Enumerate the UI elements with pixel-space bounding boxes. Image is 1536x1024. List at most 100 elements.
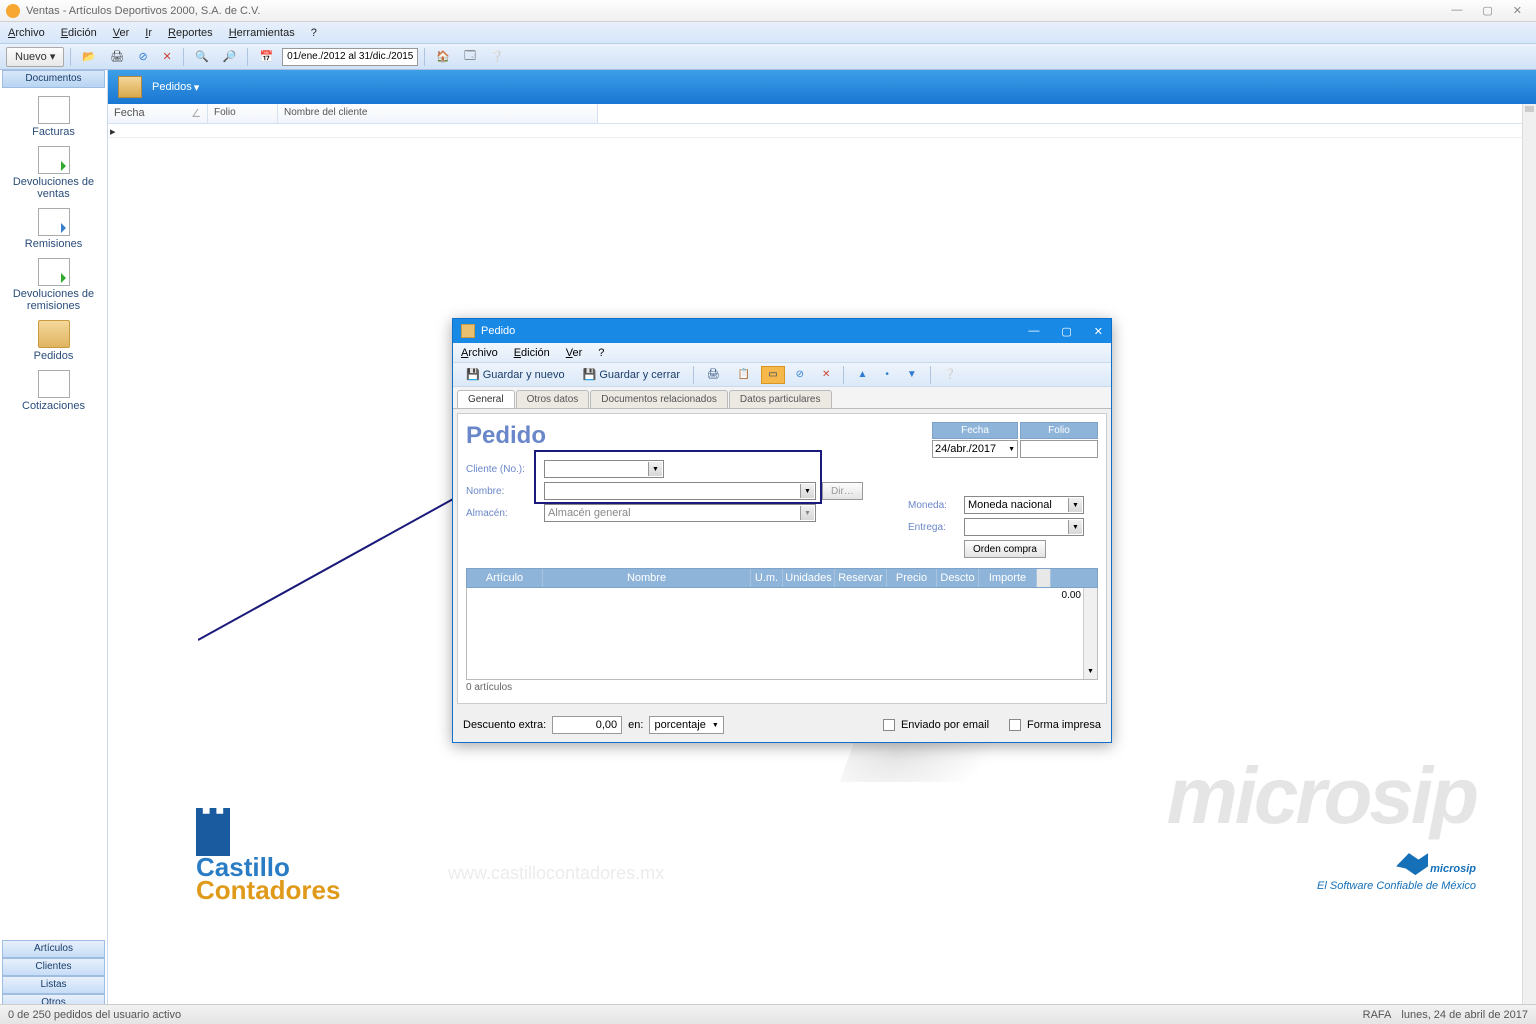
items-grid-body[interactable]: 0.00 ▼: [466, 588, 1098, 680]
entrega-combo[interactable]: ▼: [964, 518, 1084, 536]
cancel-button[interactable]: ⊘: [789, 366, 811, 384]
items-scrollbar[interactable]: ▼: [1083, 588, 1097, 679]
unidad-select[interactable]: porcentaje▼: [649, 716, 723, 734]
menu-herramientas[interactable]: Herramientas: [229, 27, 295, 39]
col-unidades[interactable]: Unidades: [783, 569, 835, 587]
orden-compra-button[interactable]: Orden compra: [964, 540, 1046, 558]
moneda-combo[interactable]: Moneda nacional▼: [964, 496, 1084, 514]
chevron-down-icon: ▼: [1068, 498, 1082, 512]
cliente-combo[interactable]: ▼: [544, 460, 664, 478]
open-icon[interactable]: 📂: [77, 47, 101, 67]
dialog-maximize-button[interactable]: ▢: [1061, 325, 1071, 338]
almacen-combo[interactable]: Almacén general▼: [544, 504, 816, 522]
nombre-combo[interactable]: ▼: [544, 482, 816, 500]
col-nombre[interactable]: Nombre: [543, 569, 751, 587]
return-remission-icon: [38, 258, 70, 286]
items-scroll-up[interactable]: [1037, 569, 1051, 587]
folio-field[interactable]: [1020, 440, 1098, 458]
dialog-menu-ver[interactable]: Ver: [566, 347, 583, 359]
email-checkbox[interactable]: [883, 719, 895, 731]
sidebar-tab-listas[interactable]: Listas: [2, 976, 105, 994]
col-precio[interactable]: Precio: [887, 569, 937, 587]
descuento-input[interactable]: [552, 716, 622, 734]
moneda-label: Moneda:: [908, 500, 958, 511]
col-fecha[interactable]: Fecha ∠: [108, 104, 208, 123]
home-icon[interactable]: 🏠: [431, 47, 455, 67]
save-icon: 💾: [466, 368, 480, 381]
sidebar-item-facturas[interactable]: Facturas: [0, 92, 107, 142]
dialog-minimize-button[interactable]: —: [1028, 325, 1039, 338]
maximize-button[interactable]: ▢: [1482, 4, 1492, 17]
col-folio[interactable]: Folio: [208, 104, 278, 123]
dir-button[interactable]: Dir…: [822, 482, 863, 500]
col-nombre-cliente[interactable]: Nombre del cliente: [278, 104, 598, 123]
date-range-field[interactable]: 01/ene./2012 al 31/dic./2015: [282, 48, 418, 66]
tab-general[interactable]: General: [457, 390, 515, 408]
delete-button[interactable]: ✕: [815, 366, 837, 384]
sidebar-item-devoluciones-remisiones[interactable]: Devoluciones de remisiones: [0, 254, 107, 316]
menu-ver[interactable]: Ver: [113, 27, 130, 39]
pedido-dialog: Pedido — ▢ ✕ Archivo Edición Ver ? 💾Guar…: [452, 318, 1112, 743]
castillo-logo: Castillo Contadores: [196, 808, 340, 902]
col-reservar[interactable]: Reservar: [835, 569, 887, 587]
menu-help[interactable]: ?: [311, 27, 317, 39]
meta-fecha-header: Fecha: [932, 422, 1018, 439]
stop-icon[interactable]: ⊘: [133, 47, 153, 67]
menu-ir[interactable]: Ir: [145, 27, 152, 39]
menu-edicion[interactable]: Edición: [61, 27, 97, 39]
nav-dot-button[interactable]: •: [878, 366, 896, 384]
dialog-footer: Descuento extra: en: porcentaje▼ Enviado…: [453, 708, 1111, 742]
sidebar-item-pedidos[interactable]: Pedidos: [0, 316, 107, 366]
nuevo-button[interactable]: Nuevo ▾: [6, 47, 64, 67]
calendar-icon[interactable]: 📅: [254, 47, 278, 67]
sidebar-tab-articulos[interactable]: Artículos: [2, 940, 105, 958]
col-articulo[interactable]: Artículo: [467, 569, 543, 587]
impresa-checkbox[interactable]: [1009, 719, 1021, 731]
tab-otros-datos[interactable]: Otros datos: [516, 390, 590, 408]
col-importe[interactable]: Importe: [979, 569, 1037, 587]
dialog-close-button[interactable]: ✕: [1094, 325, 1103, 338]
find-next-icon[interactable]: 🔎: [218, 47, 242, 67]
sidebar-item-remisiones[interactable]: Remisiones: [0, 204, 107, 254]
sidebar-tab-documentos[interactable]: Documentos: [2, 70, 105, 88]
sidebar-tab-clientes[interactable]: Clientes: [2, 958, 105, 976]
save-new-button[interactable]: 💾Guardar y nuevo: [459, 366, 572, 384]
save-close-button[interactable]: 💾Guardar y cerrar: [576, 366, 687, 384]
print-icon[interactable]: 🖨: [105, 47, 129, 67]
menu-reportes[interactable]: Reportes: [168, 27, 213, 39]
col-descto[interactable]: Descto: [937, 569, 979, 587]
tab-datos-particulares[interactable]: Datos particulares: [729, 390, 832, 408]
menu-archivo[interactable]: Archivo: [8, 27, 45, 39]
nav-up-button[interactable]: ▲: [850, 366, 874, 384]
find-icon[interactable]: 🔍: [190, 47, 214, 67]
window-icon[interactable]: 🗔: [459, 47, 481, 67]
dialog-menu-help[interactable]: ?: [598, 347, 604, 359]
note-button[interactable]: ▭: [761, 366, 784, 384]
col-um[interactable]: U.m.: [751, 569, 783, 587]
fecha-field[interactable]: 24/abr./2017▼: [932, 440, 1018, 458]
dialog-menu-edicion[interactable]: Edición: [514, 347, 550, 359]
vertical-scrollbar[interactable]: [1522, 104, 1536, 1012]
status-date: lunes, 24 de abril de 2017: [1401, 1009, 1528, 1021]
sidebar: Documentos Facturas Devoluciones de vent…: [0, 70, 108, 1012]
print-button[interactable]: 🖨: [700, 366, 727, 384]
entrega-label: Entrega:: [908, 522, 958, 533]
app-icon: [6, 4, 20, 18]
dialog-icon: [461, 324, 475, 338]
dialog-menu-archivo[interactable]: Archivo: [461, 347, 498, 359]
minimize-button[interactable]: —: [1451, 4, 1462, 17]
nav-down-button[interactable]: ▼: [900, 366, 924, 384]
sidebar-item-devoluciones-ventas[interactable]: Devoluciones de ventas: [0, 142, 107, 204]
grid-row[interactable]: ▸: [108, 124, 1536, 138]
sidebar-item-cotizaciones[interactable]: Cotizaciones: [0, 366, 107, 416]
dialog-body: Pedido Fecha 24/abr./2017▼ Folio: [457, 413, 1107, 704]
help-icon[interactable]: ❔: [485, 47, 509, 67]
delete-icon[interactable]: ✕: [157, 47, 177, 67]
copy-button[interactable]: 📋: [731, 366, 757, 384]
tab-documentos-relacionados[interactable]: Documentos relacionados: [590, 390, 728, 408]
close-button[interactable]: ✕: [1513, 4, 1522, 17]
dialog-titlebar[interactable]: Pedido — ▢ ✕: [453, 319, 1111, 343]
dialog-help-button[interactable]: ❔: [937, 366, 963, 384]
section-title[interactable]: Pedidos: [152, 81, 192, 93]
almacen-label: Almacén:: [466, 508, 538, 519]
